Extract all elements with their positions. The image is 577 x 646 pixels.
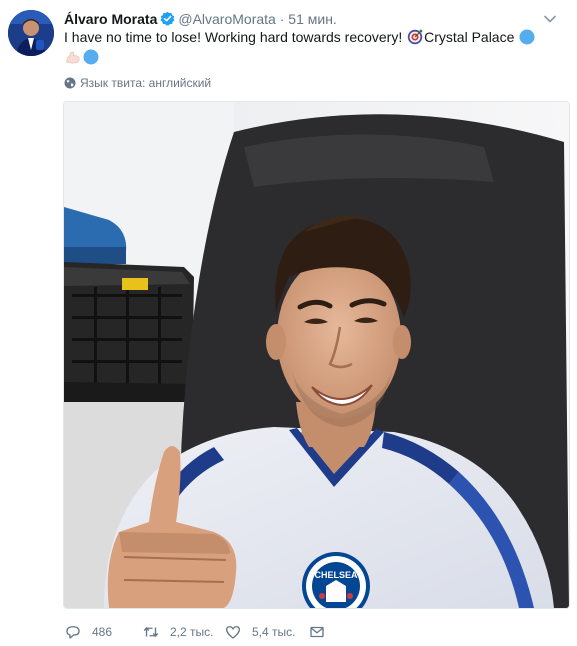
- heart-icon: [225, 626, 241, 639]
- tweet-photo-image: CHELSEA: [64, 102, 569, 608]
- tweet-text-main: I have no time to lose! Working hard tow…: [64, 29, 407, 45]
- globe-icon: [64, 77, 76, 89]
- tweet: Álvaro Morata @AlvaroMorata · 51 мин. I …: [0, 0, 577, 646]
- retweet-count: 2,2 тыс.: [170, 625, 214, 639]
- tweet-location: Crystal Palace: [424, 29, 515, 45]
- tweet-language-label: Язык твита: английский: [80, 76, 212, 90]
- envelope-icon: [310, 626, 324, 638]
- like-button[interactable]: 5,4 тыс.: [224, 623, 308, 641]
- tweet-header: Álvaro Morata @AlvaroMorata · 51 мин.: [64, 9, 557, 29]
- tweet-language: Язык твита: английский: [64, 75, 211, 91]
- like-count: 5,4 тыс.: [252, 625, 296, 639]
- tweet-actions: 486 2,2 тыс. 5,4 тыс.: [64, 622, 326, 642]
- author-name[interactable]: Álvaro Morata: [64, 11, 157, 27]
- blue-circle-icon: [519, 29, 535, 45]
- avatar[interactable]: [8, 10, 54, 56]
- tweet-timestamp[interactable]: 51 мин.: [288, 11, 337, 27]
- verified-badge-icon: [160, 11, 175, 26]
- avatar-image: [8, 10, 54, 56]
- tweet-photo[interactable]: CHELSEA: [63, 101, 570, 609]
- retweet-button[interactable]: 2,2 тыс.: [142, 623, 224, 641]
- target-icon: [407, 29, 423, 45]
- reply-icon: [66, 626, 80, 639]
- flexed-biceps-icon: [66, 51, 80, 64]
- reply-button[interactable]: 486: [64, 623, 142, 641]
- header-separator: ·: [279, 11, 285, 27]
- author-handle[interactable]: @AlvaroMorata: [178, 11, 275, 27]
- blue-circle-icon: [83, 49, 99, 65]
- retweet-icon: [143, 626, 159, 638]
- reply-count: 486: [92, 625, 113, 639]
- chevron-down-icon[interactable]: [543, 9, 557, 29]
- direct-message-button[interactable]: [308, 623, 326, 641]
- tweet-text: I have no time to lose! Working hard tow…: [64, 27, 543, 67]
- shirt-crest-text: CHELSEA: [314, 570, 358, 580]
